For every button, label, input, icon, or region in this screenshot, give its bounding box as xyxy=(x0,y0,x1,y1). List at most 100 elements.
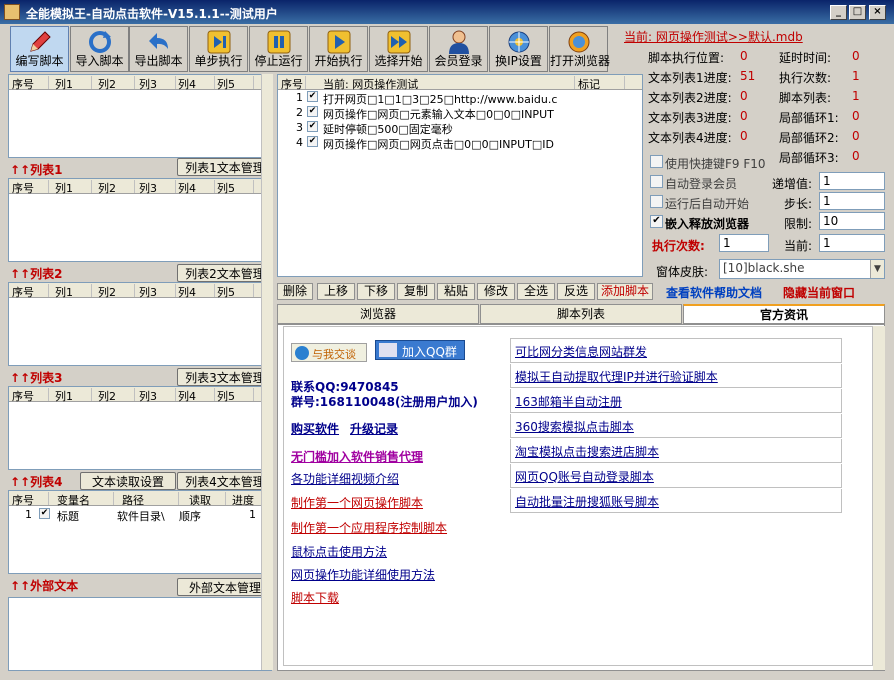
news-link[interactable]: 制作第一个网页操作脚本 xyxy=(291,494,423,511)
external-text-manage-button[interactable]: 外部文本管理 xyxy=(177,578,273,596)
news-script-link[interactable]: 163邮箱半自动注册 xyxy=(510,389,842,413)
list4-manage-button[interactable]: 列表4文本管理 xyxy=(177,472,273,490)
tab-script-list[interactable]: 脚本列表 xyxy=(480,304,682,324)
script-row[interactable]: 1 ✔ 打开网页□1□1□3□25□http://www.baidu.c xyxy=(278,90,574,106)
help-doc-link[interactable]: 查看软件帮助文档 xyxy=(666,284,762,301)
news-link[interactable]: 网页操作功能详细使用方法 xyxy=(291,566,435,583)
news-script-link[interactable]: 360搜索模拟点击脚本 xyxy=(510,414,842,438)
tab-browser[interactable]: 浏览器 xyxy=(277,304,479,324)
list2-panel[interactable]: 序号 列1 列2 列3 列4 列5 xyxy=(8,282,272,366)
add-script-button[interactable]: 添加脚本 xyxy=(597,283,653,300)
change-ip-button[interactable]: 换IP设置 xyxy=(489,26,548,72)
list2-manage-button[interactable]: 列表2文本管理 xyxy=(177,264,273,282)
row-checkbox[interactable]: ✔ xyxy=(307,136,318,147)
current-file-label[interactable]: 当前: 网页操作测试>>默认.mdb xyxy=(624,28,803,45)
row-checkbox[interactable]: ✔ xyxy=(307,106,318,117)
tab-official-news[interactable]: 官方资讯 xyxy=(683,304,885,324)
join-qq-group-button[interactable]: 加入QQ群 xyxy=(375,340,465,360)
move-down-button[interactable]: 下移 xyxy=(357,283,395,300)
invert-select-button[interactable]: 反选 xyxy=(557,283,595,300)
row-script-text: 网页操作□网页□网页点击□0□0□INPUT□ID xyxy=(323,138,554,151)
list4-panel[interactable]: 序号 变量名 路径 读取 进度 1 ✔ 标题 软件目录\ 顺序 1 xyxy=(8,490,272,574)
embed-browser-label: 嵌入释放浏览器 xyxy=(665,217,750,231)
delete-button[interactable]: 删除 xyxy=(277,283,313,300)
close-button[interactable]: × xyxy=(869,5,886,20)
news-script-link[interactable]: 网页QQ账号自动登录脚本 xyxy=(510,464,842,488)
select-start-button[interactable]: 选择开始 xyxy=(369,26,428,72)
news-link[interactable]: 脚本下载 xyxy=(291,589,339,606)
list3-panel[interactable]: 序号 列1 列2 列3 列4 列5 xyxy=(8,386,272,470)
chevron-down-icon[interactable]: ▼ xyxy=(870,260,884,278)
script-row[interactable]: 3 ✔ 延时停顿□500□固定毫秒 xyxy=(278,120,574,136)
col-header: 列4 xyxy=(175,284,215,299)
list1-panel[interactable]: 序号 列1 列2 列3 列4 列5 xyxy=(8,178,272,262)
maximize-button[interactable]: □ xyxy=(849,5,866,20)
row-checkbox[interactable]: ✔ xyxy=(39,508,50,519)
step-input[interactable]: 1 xyxy=(819,192,885,210)
list0-panel[interactable]: 序号 列1 列2 列3 列4 列5 xyxy=(8,74,272,158)
start-execute-button[interactable]: 开始执行 xyxy=(309,26,368,72)
exec-count-input[interactable]: 1 xyxy=(719,234,769,252)
list4-read-settings-button[interactable]: 文本读取设置 xyxy=(80,472,176,490)
news-script-link[interactable]: 淘宝模拟点击搜索进店脚本 xyxy=(510,439,842,463)
row-checkbox[interactable]: ✔ xyxy=(307,121,318,132)
edit-button[interactable]: 修改 xyxy=(477,283,515,300)
open-browser-button[interactable]: 打开浏览器 xyxy=(549,26,610,72)
news-script-link[interactable]: 模拟王自动提取代理IP并进行验证脚本 xyxy=(510,364,842,388)
row-name: 标题 xyxy=(57,510,79,523)
window-title: 全能模拟王-自动点击软件-V15.1.1--测试用户 xyxy=(26,7,278,21)
toolbar-label: 会员登录 xyxy=(434,54,483,68)
buy-software-link[interactable]: 购买软件 xyxy=(291,420,339,437)
toolbar-label: 编写脚本 xyxy=(15,54,64,68)
external-text-area[interactable] xyxy=(8,597,272,671)
write-script-button[interactable]: 编写脚本 xyxy=(10,26,69,72)
auto-start-checkbox[interactable] xyxy=(650,195,663,208)
status-value: 0 xyxy=(852,49,860,63)
stop-run-button[interactable]: 停止运行 xyxy=(249,26,308,72)
move-up-button[interactable]: 上移 xyxy=(317,283,355,300)
list1-manage-button[interactable]: 列表1文本管理 xyxy=(177,158,273,176)
auto-login-checkbox[interactable] xyxy=(650,175,663,188)
sales-agent-link[interactable]: 无门槛加入软件销售代理 xyxy=(291,448,423,465)
step-execute-button[interactable]: 单步执行 xyxy=(189,26,248,72)
news-script-link[interactable]: 可比网分类信息网站群发 xyxy=(510,339,842,363)
status-label: 文本列表4进度: xyxy=(648,131,732,145)
list-header: 序号 列1 列2 列3 列4 列5 xyxy=(9,179,271,195)
chat-button[interactable]: 与我交谈 xyxy=(291,343,367,362)
status-label: 局部循环1: xyxy=(779,111,839,125)
hotkey-checkbox[interactable] xyxy=(650,155,663,168)
news-scrollbar[interactable] xyxy=(873,326,885,670)
table-row[interactable]: 1 ✔ 标题 软件目录\ 顺序 1 xyxy=(9,507,271,523)
minimize-button[interactable]: _ xyxy=(830,5,847,20)
news-link[interactable]: 各功能详细视频介绍 xyxy=(291,470,399,487)
script-row[interactable]: 2 ✔ 网页操作□网页□元素输入文本□0□0□INPUT xyxy=(278,105,574,121)
news-link[interactable]: 制作第一个应用程序控制脚本 xyxy=(291,519,447,536)
import-script-button[interactable]: 导入脚本 xyxy=(70,26,129,72)
row-checkbox[interactable]: ✔ xyxy=(307,91,318,102)
copy-button[interactable]: 复制 xyxy=(397,283,435,300)
col-header: 变量名 xyxy=(54,492,114,507)
row-read: 顺序 xyxy=(179,510,201,523)
embed-browser-checkbox[interactable]: ✔ xyxy=(650,215,663,228)
paste-button[interactable]: 粘贴 xyxy=(437,283,475,300)
col-header: 列2 xyxy=(95,76,135,91)
col-header: 列1 xyxy=(52,388,92,403)
left-scrollbar[interactable] xyxy=(261,74,273,670)
script-row[interactable]: 4 ✔ 网页操作□网页□网页点击□0□0□INPUT□ID xyxy=(278,135,574,151)
list3-manage-button[interactable]: 列表3文本管理 xyxy=(177,368,273,386)
export-script-button[interactable]: 导出脚本 xyxy=(129,26,188,72)
news-link[interactable]: 鼠标点击使用方法 xyxy=(291,543,387,560)
increment-input[interactable]: 1 xyxy=(819,172,885,190)
hide-window-link[interactable]: 隐藏当前窗口 xyxy=(783,284,855,301)
upgrade-log-link[interactable]: 升级记录 xyxy=(350,420,398,437)
title-bar: 全能模拟王-自动点击软件-V15.1.1--测试用户 _ □ × xyxy=(0,0,894,24)
member-login-button[interactable]: 会员登录 xyxy=(429,26,488,72)
news-script-link[interactable]: 自动批量注册搜狐账号脚本 xyxy=(510,489,842,513)
limit-input[interactable]: 10 xyxy=(819,212,885,230)
select-all-button[interactable]: 全选 xyxy=(517,283,555,300)
skin-select[interactable]: [10]black.she ▼ xyxy=(719,259,885,279)
col-header: 列3 xyxy=(136,180,176,195)
row-progress: 1 xyxy=(249,508,256,521)
current-count-input[interactable]: 1 xyxy=(819,234,885,252)
limit-label: 限制: xyxy=(784,217,813,231)
